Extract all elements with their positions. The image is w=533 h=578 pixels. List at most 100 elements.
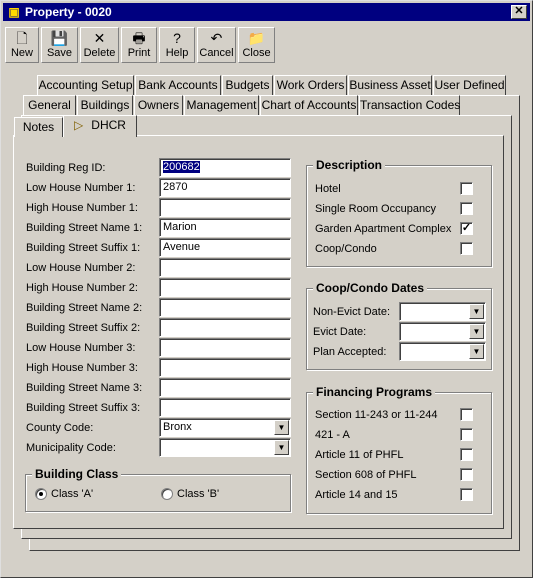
tab-notes[interactable]: Notes bbox=[14, 117, 63, 137]
financing-item-label: Section 11-243 or 11-244 bbox=[315, 409, 438, 421]
description-item-label: Single Room Occupancy bbox=[315, 203, 437, 215]
printer-icon: 🖶 bbox=[132, 30, 146, 46]
street-name-2-input[interactable] bbox=[159, 298, 291, 317]
plan-accepted-picker[interactable]: ▼ bbox=[399, 342, 486, 361]
financing-checkbox[interactable] bbox=[460, 468, 473, 481]
app-icon: ▣ bbox=[8, 5, 20, 19]
low-house-3-label: Low House Number 3: bbox=[26, 342, 136, 354]
county-code-select[interactable]: Bronx ▼ bbox=[159, 418, 291, 437]
building-reg-id-input[interactable]: 200682 bbox=[159, 158, 291, 177]
chevron-down-icon[interactable]: ▼ bbox=[469, 344, 484, 359]
tab-bank-accounts[interactable]: Bank Accounts bbox=[135, 75, 221, 95]
window-title: Property - 0020 bbox=[25, 5, 112, 19]
street-name-2-label: Building Street Name 2: bbox=[26, 302, 143, 314]
low-house-3-input[interactable] bbox=[159, 338, 291, 357]
chevron-down-icon[interactable]: ▼ bbox=[469, 324, 484, 339]
street-suffix-1-value: Avenue bbox=[163, 241, 201, 253]
low-house-1-input[interactable]: 2870 bbox=[159, 178, 291, 197]
tab-label: DHCR bbox=[91, 118, 126, 132]
print-button[interactable]: 🖶 Print bbox=[121, 27, 157, 63]
tab-budgets[interactable]: Budgets bbox=[222, 75, 273, 95]
low-house-1-label: Low House Number 1: bbox=[26, 182, 136, 194]
class-b-radio[interactable] bbox=[161, 488, 173, 500]
help-button[interactable]: ? Help bbox=[159, 27, 195, 63]
municipality-code-label: Municipality Code: bbox=[26, 442, 116, 454]
tab-management[interactable]: Management bbox=[184, 95, 259, 115]
high-house-3-label: High House Number 3: bbox=[26, 362, 138, 374]
chevron-down-icon[interactable]: ▼ bbox=[469, 304, 484, 319]
tab-user-defined[interactable]: User Defined bbox=[433, 75, 506, 95]
evict-date-picker[interactable]: ▼ bbox=[399, 322, 486, 341]
tab-general[interactable]: General bbox=[23, 95, 76, 115]
high-house-1-input[interactable] bbox=[159, 198, 291, 217]
street-suffix-2-label: Building Street Suffix 2: bbox=[26, 322, 141, 334]
high-house-2-label: High House Number 2: bbox=[26, 282, 138, 294]
tab-work-orders[interactable]: Work Orders bbox=[274, 75, 347, 95]
financing-checkbox[interactable] bbox=[460, 488, 473, 501]
financing-checkbox[interactable] bbox=[460, 408, 473, 421]
non-evict-date-picker[interactable]: ▼ bbox=[399, 302, 486, 321]
tab-label: General bbox=[28, 98, 71, 112]
delete-button[interactable]: ✕ Delete bbox=[80, 27, 119, 63]
tab-label: Accounting Setup bbox=[38, 78, 133, 92]
tab-owners[interactable]: Owners bbox=[134, 95, 183, 115]
help-label: Help bbox=[165, 47, 189, 59]
chevron-down-icon[interactable]: ▼ bbox=[274, 440, 289, 455]
tab-label: Owners bbox=[137, 98, 180, 112]
close-button[interactable]: 📁 Close bbox=[238, 27, 275, 63]
tab-label: Buildings bbox=[80, 98, 130, 112]
financing-item-label: 421 - A bbox=[315, 429, 350, 441]
delete-x-icon: ✕ bbox=[93, 30, 106, 46]
description-checkbox[interactable]: ✓ bbox=[460, 222, 473, 235]
evict-date-label: Evict Date: bbox=[313, 326, 367, 338]
description-checkbox[interactable] bbox=[460, 242, 473, 255]
new-label: New bbox=[10, 47, 33, 59]
tab-chart-of-accounts[interactable]: Chart of Accounts bbox=[260, 95, 358, 115]
tab-transaction-codes[interactable]: Transaction Codes bbox=[359, 95, 460, 115]
tab-label: User Defined bbox=[434, 78, 505, 92]
chevron-down-icon[interactable]: ▼ bbox=[274, 420, 289, 435]
street-suffix-2-input[interactable] bbox=[159, 318, 291, 337]
street-suffix-1-input[interactable]: Avenue bbox=[159, 238, 291, 257]
building-reg-id-label: Building Reg ID: bbox=[26, 162, 106, 174]
description-item-label: Hotel bbox=[315, 183, 341, 195]
tab-label: Budgets bbox=[225, 78, 270, 92]
financing-checkbox[interactable] bbox=[460, 448, 473, 461]
building-reg-id-value: 200682 bbox=[163, 161, 200, 173]
building-class-title: Building Class bbox=[32, 467, 122, 481]
non-evict-date-label: Non-Evict Date: bbox=[313, 306, 391, 318]
new-button[interactable]: 🗋 New bbox=[5, 27, 39, 63]
street-name-3-input[interactable] bbox=[159, 378, 291, 397]
save-button[interactable]: 💾 Save bbox=[41, 27, 78, 63]
description-checkbox[interactable] bbox=[460, 182, 473, 195]
financing-item-label: Article 14 and 15 bbox=[315, 489, 398, 501]
tab-label: Transaction Codes bbox=[360, 98, 461, 112]
low-house-2-input[interactable] bbox=[159, 258, 291, 277]
tab-accounting-setup[interactable]: Accounting Setup bbox=[37, 75, 134, 95]
title-bar: ▣ Property - 0020 ✕ bbox=[3, 3, 530, 21]
tab-label: Management bbox=[186, 98, 257, 112]
street-name-1-label: Building Street Name 1: bbox=[26, 222, 143, 234]
street-name-1-input[interactable]: Marion bbox=[159, 218, 291, 237]
help-question-icon: ? bbox=[173, 30, 181, 46]
description-checkbox[interactable] bbox=[460, 202, 473, 215]
cancel-button[interactable]: ↶ Cancel bbox=[197, 27, 236, 63]
close-window-button[interactable]: ✕ bbox=[511, 5, 527, 19]
street-name-3-label: Building Street Name 3: bbox=[26, 382, 143, 394]
municipality-code-select[interactable]: ▼ bbox=[159, 438, 291, 457]
high-house-2-input[interactable] bbox=[159, 278, 291, 297]
high-house-3-input[interactable] bbox=[159, 358, 291, 377]
class-a-label: Class 'A' bbox=[51, 488, 94, 500]
check-icon: ✓ bbox=[461, 222, 472, 234]
coop-dates-title: Coop/Condo Dates bbox=[313, 281, 427, 295]
class-a-radio[interactable] bbox=[35, 488, 47, 500]
financing-checkbox[interactable] bbox=[460, 428, 473, 441]
tab-business-asset[interactable]: Business Asset bbox=[348, 75, 432, 95]
tab-label: Chart of Accounts bbox=[261, 98, 357, 112]
tab-dhcr[interactable]: ▷ DHCR bbox=[63, 115, 137, 137]
street-suffix-3-input[interactable] bbox=[159, 398, 291, 417]
financing-item-label: Section 608 of PHFL bbox=[315, 469, 417, 481]
folder-icon: 📁 bbox=[247, 30, 266, 46]
close-label: Close bbox=[242, 47, 271, 59]
tab-buildings[interactable]: Buildings bbox=[77, 95, 133, 115]
